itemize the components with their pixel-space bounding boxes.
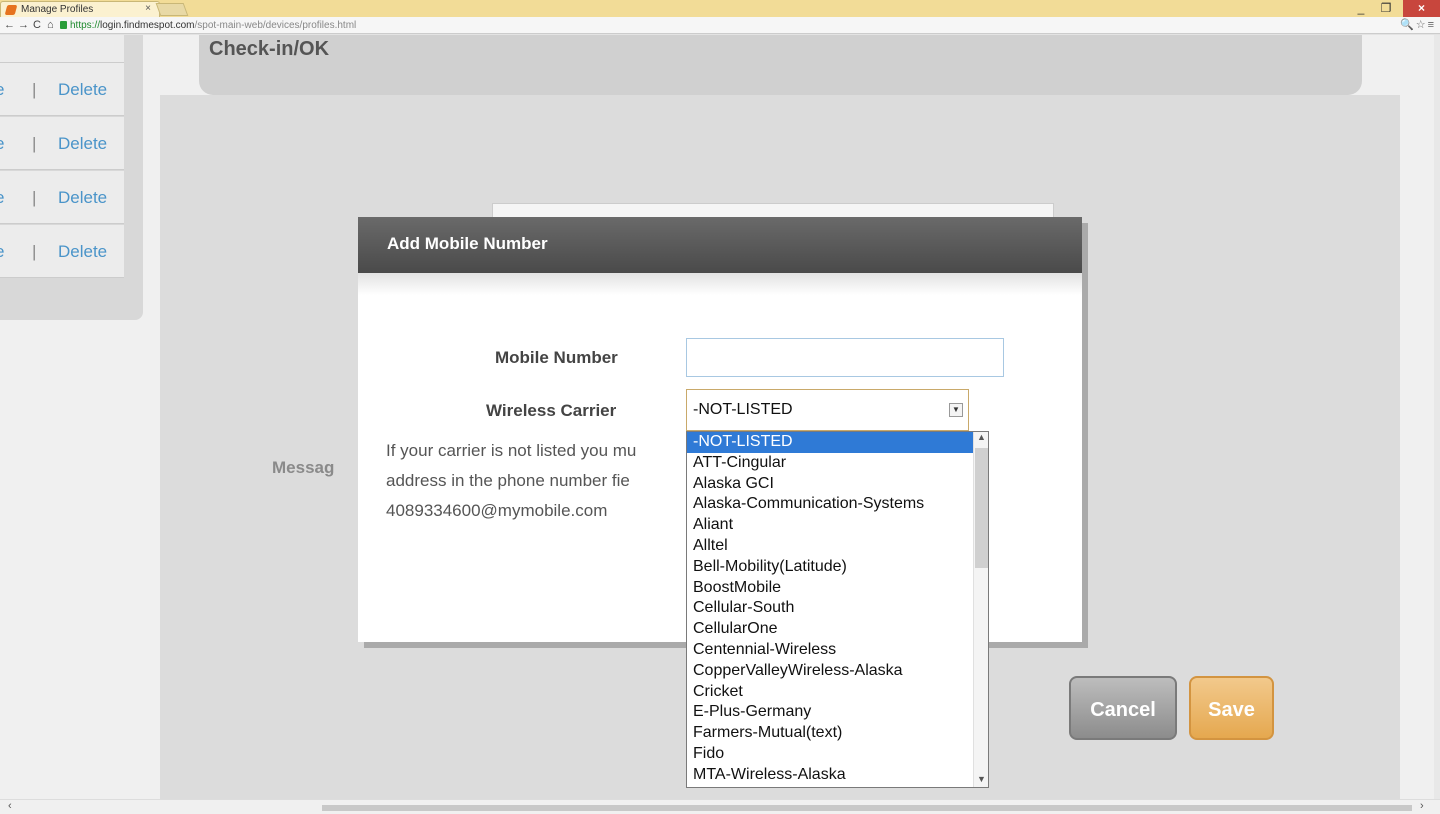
carrier-option[interactable]: Aliant <box>687 515 973 536</box>
checkin-section-header: Check-in/OK <box>199 35 1362 95</box>
carrier-option[interactable]: Centennial-Wireless <box>687 640 973 661</box>
section-title: Check-in/OK <box>209 38 330 60</box>
carrier-option[interactable]: CellularOne <box>687 619 973 640</box>
url-protocol: https:// <box>70 20 101 31</box>
truncated-link[interactable]: e <box>0 171 4 224</box>
truncated-link[interactable]: e <box>0 225 4 278</box>
modal-header: Add Mobile Number <box>358 217 1082 273</box>
carrier-selected-value: -NOT-LISTED <box>693 401 793 418</box>
cancel-button[interactable]: Cancel <box>1069 676 1177 740</box>
favicon-icon <box>4 5 18 15</box>
browser-titlebar: Manage Profiles × _ ❐ × <box>0 0 1440 17</box>
back-icon[interactable]: ← <box>4 17 15 34</box>
carrier-option[interactable]: Cellular-South <box>687 598 973 619</box>
carrier-option[interactable]: Alaska-Communication-Systems <box>687 494 973 515</box>
list-item: e | Delete <box>0 63 124 116</box>
list-item: e | Delete <box>0 171 124 224</box>
delete-link[interactable]: Delete <box>58 171 107 224</box>
page-vertical-scrollbar[interactable] <box>1434 35 1440 799</box>
url-path: /spot-main-web/devices/profiles.html <box>194 20 357 31</box>
mobile-number-label: Mobile Number <box>495 348 618 367</box>
forward-icon[interactable]: → <box>18 17 29 34</box>
new-tab-button[interactable] <box>155 3 189 16</box>
url-field[interactable]: https://login.findmespot.com/spot-main-w… <box>60 18 1440 33</box>
mobile-number-input[interactable] <box>686 338 1004 377</box>
close-window-button[interactable]: × <box>1403 0 1440 17</box>
list-item: Delete <box>0 35 124 63</box>
help-line: 4089334600@mymobile.com <box>386 501 608 520</box>
delete-link[interactable]: Delete <box>58 63 107 116</box>
scroll-left-icon[interactable]: ‹ <box>8 800 12 812</box>
carrier-options: -NOT-LISTED ATT-Cingular Alaska GCI Alas… <box>687 432 973 786</box>
carrier-option[interactable]: BoostMobile <box>687 578 973 599</box>
browser-tab[interactable]: Manage Profiles × <box>0 1 160 17</box>
address-bar: ← → C ⌂ https://login.findmespot.com/spo… <box>0 17 1440 34</box>
dropdown-scroll-thumb[interactable] <box>975 448 988 568</box>
chevron-down-icon[interactable]: ▼ <box>949 403 963 417</box>
scroll-right-icon[interactable]: › <box>1420 800 1424 812</box>
carrier-dropdown-list[interactable]: -NOT-LISTED ATT-Cingular Alaska GCI Alas… <box>686 431 989 788</box>
delete-link[interactable]: Delete <box>58 35 107 37</box>
modal-title: Add Mobile Number <box>387 234 548 253</box>
truncated-link[interactable]: e <box>0 63 4 116</box>
carrier-option[interactable]: CopperValleyWireless-Alaska <box>687 661 973 682</box>
delete-link[interactable]: Delete <box>58 225 107 278</box>
separator: | <box>32 242 37 261</box>
horizontal-scroll-thumb[interactable] <box>322 805 1412 811</box>
carrier-option[interactable]: Fido <box>687 744 973 765</box>
carrier-option[interactable]: Farmers-Mutual(text) <box>687 723 973 744</box>
wireless-carrier-select[interactable]: -NOT-LISTED ▼ <box>686 389 969 431</box>
separator: | <box>32 188 37 207</box>
separator: | <box>32 134 37 153</box>
scroll-down-icon[interactable]: ▼ <box>977 774 986 784</box>
carrier-option[interactable]: MTA-Wireless-Alaska <box>687 765 973 786</box>
list-item: e | Delete <box>0 225 124 278</box>
carrier-option[interactable]: Alaska GCI <box>687 474 973 495</box>
list-item: e | Delete <box>0 117 124 170</box>
home-icon[interactable]: ⌂ <box>47 17 54 34</box>
minimize-button[interactable]: _ <box>1351 0 1371 17</box>
help-line: If your carrier is not listed you mu <box>386 441 637 460</box>
url-host: login.findmespot.com <box>100 20 195 31</box>
carrier-option[interactable]: Bell-Mobility(Latitude) <box>687 557 973 578</box>
help-line: address in the phone number fie <box>386 471 630 490</box>
maximize-button[interactable]: ❐ <box>1376 0 1396 17</box>
truncated-link[interactable]: e <box>0 117 4 170</box>
carrier-option[interactable]: Cricket <box>687 682 973 703</box>
carrier-help-text: If your carrier is not listed you mu add… <box>386 436 696 526</box>
save-button[interactable]: Save <box>1189 676 1274 740</box>
carrier-option[interactable]: Alltel <box>687 536 973 557</box>
carrier-option[interactable]: ATT-Cingular <box>687 453 973 474</box>
page-horizontal-scrollbar[interactable]: ‹ › <box>0 799 1440 814</box>
carrier-option[interactable]: E-Plus-Germany <box>687 702 973 723</box>
tab-title: Manage Profiles <box>21 4 94 15</box>
carrier-option[interactable]: -NOT-LISTED <box>687 432 973 453</box>
modal-header-shadow <box>358 273 1082 295</box>
page-content: Delete e | Delete e | Delete e | Delete … <box>0 35 1440 814</box>
tab-close-icon[interactable]: × <box>145 3 151 14</box>
address-bar-icons[interactable]: 🔍☆≡ <box>1400 17 1436 34</box>
separator: | <box>32 80 37 99</box>
reload-icon[interactable]: C <box>33 17 41 34</box>
wireless-carrier-label: Wireless Carrier <box>486 401 617 420</box>
dropdown-scrollbar[interactable]: ▲ ▼ <box>973 432 988 787</box>
profile-list-panel: Delete e | Delete e | Delete e | Delete … <box>0 35 143 320</box>
delete-link[interactable]: Delete <box>58 117 107 170</box>
message-label: Messag <box>272 458 335 477</box>
scroll-up-icon[interactable]: ▲ <box>977 432 986 442</box>
lock-icon <box>60 21 67 29</box>
